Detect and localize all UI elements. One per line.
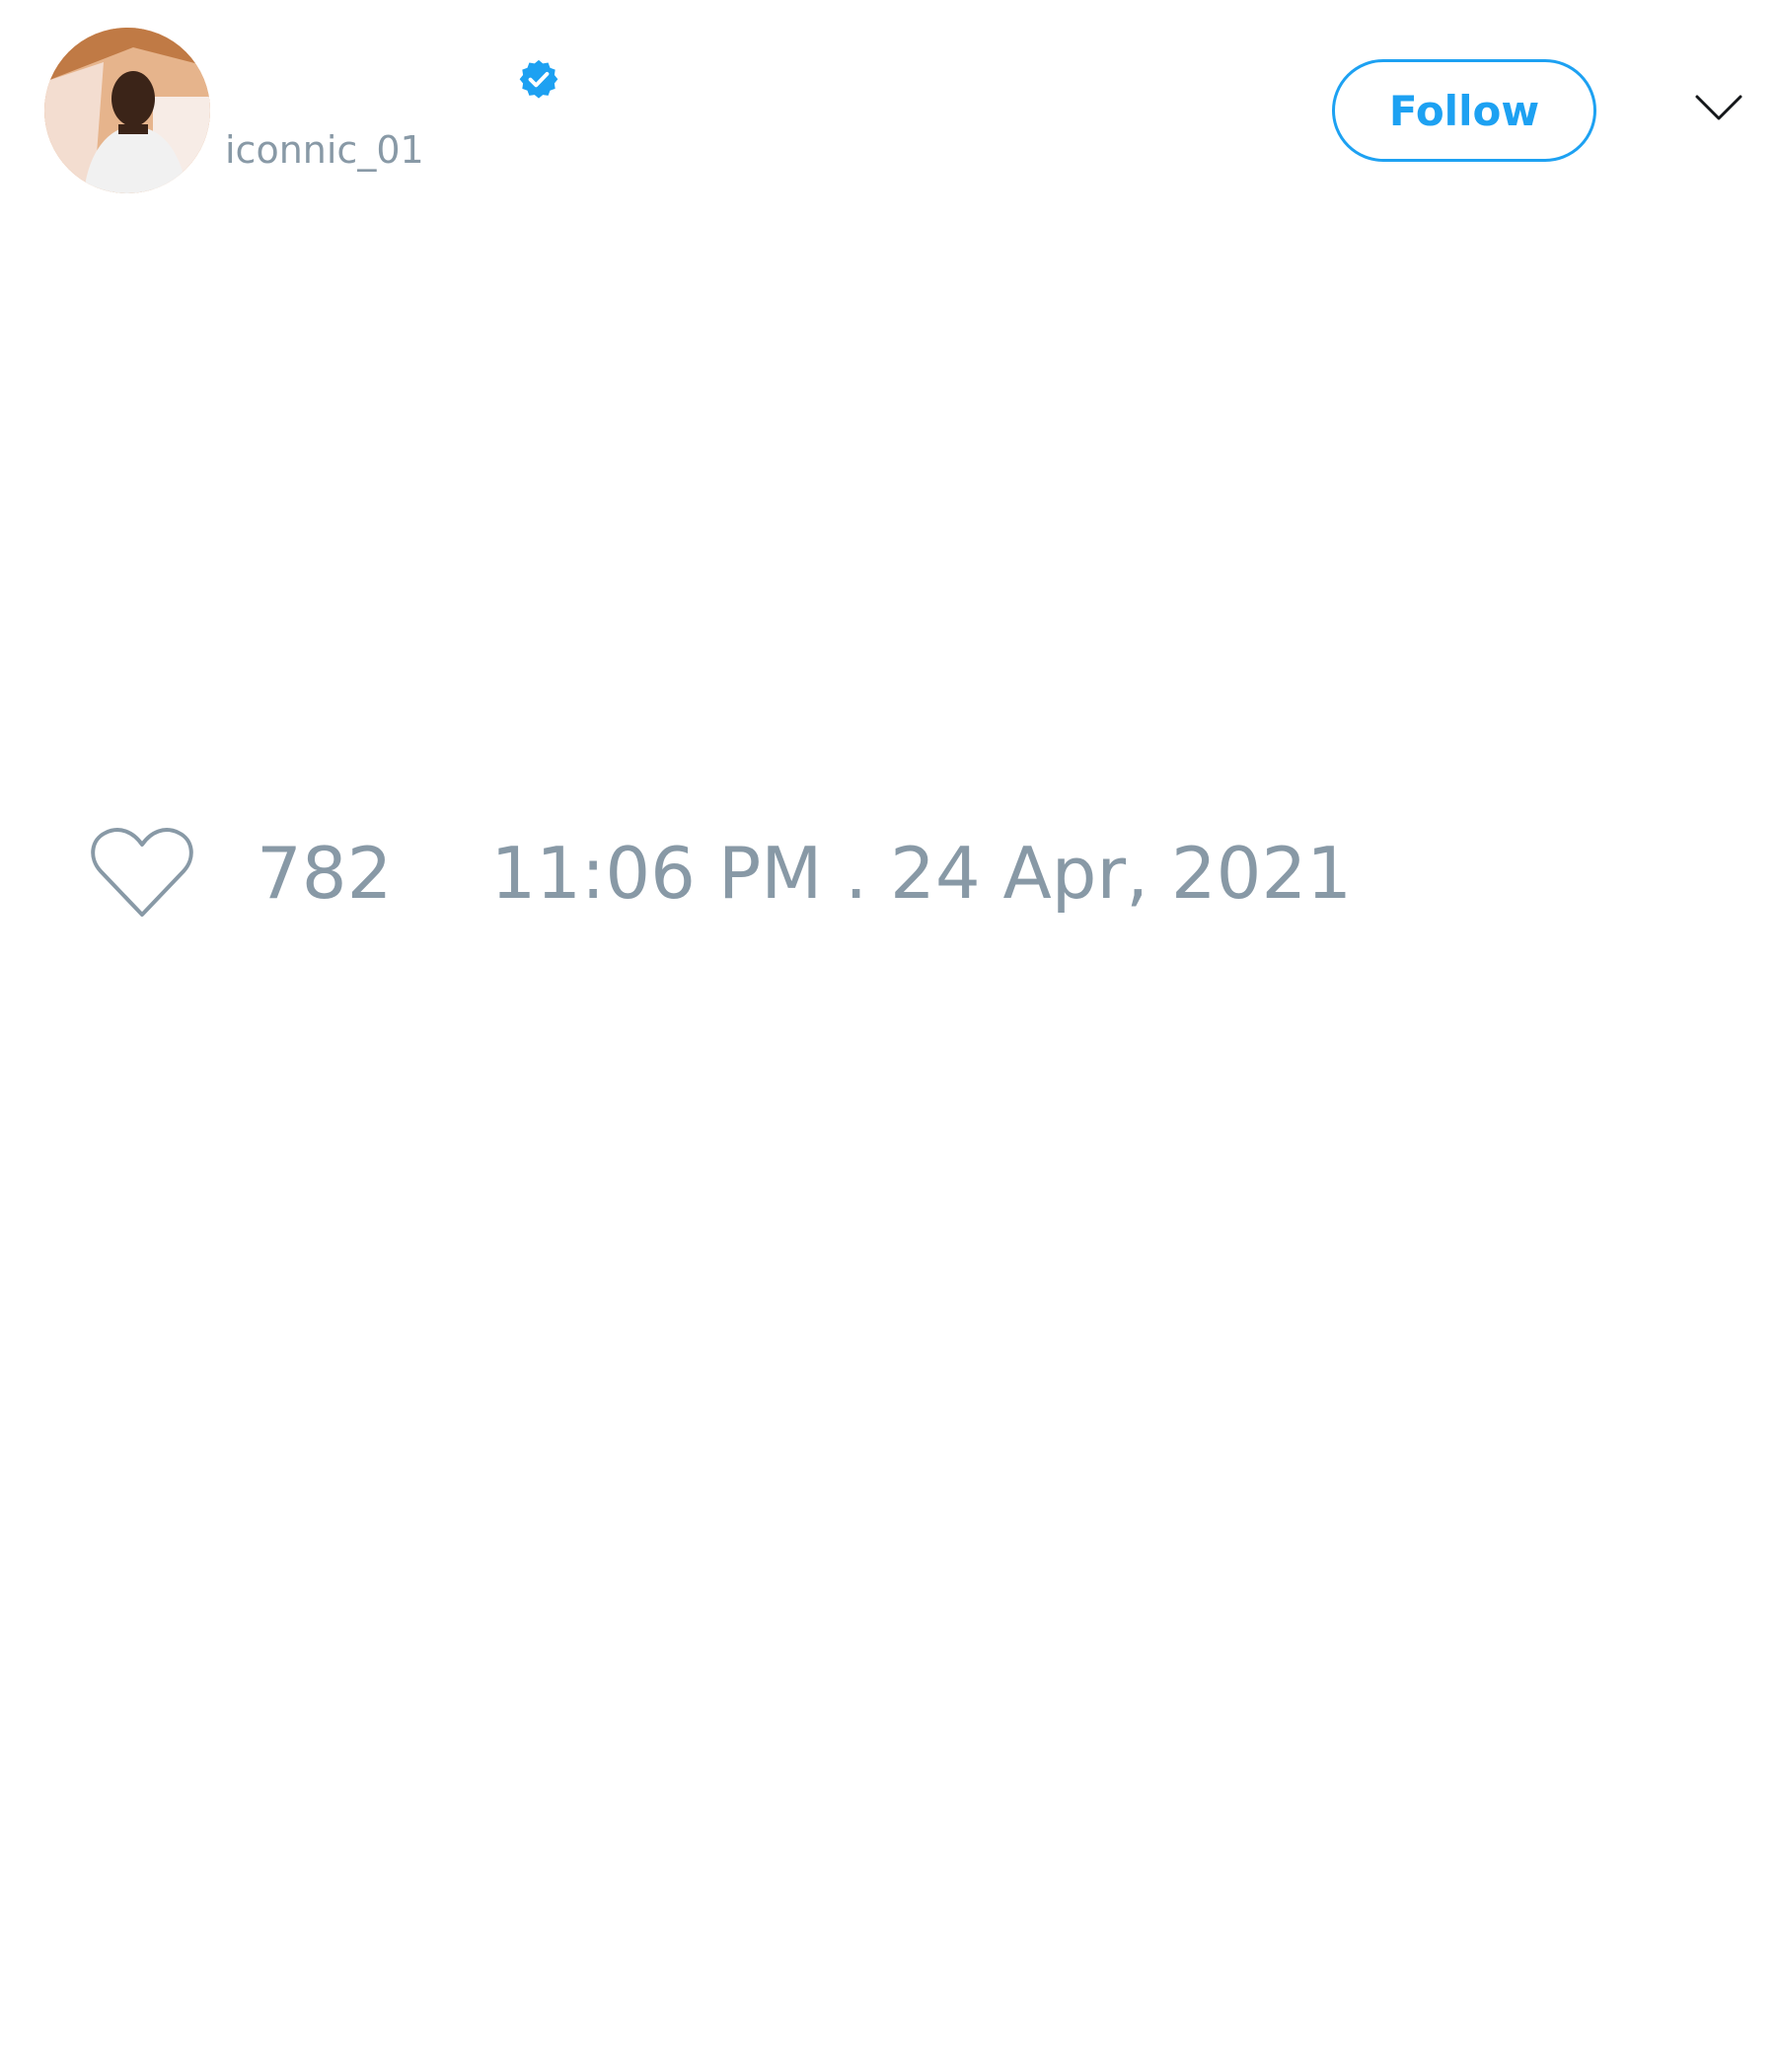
verified-badge-icon: [519, 59, 558, 99]
tweet-footer: 782 11:06 PM . 24 Apr, 2021: [89, 824, 1352, 923]
tweet-timestamp[interactable]: 11:06 PM . 24 Apr, 2021: [490, 824, 1352, 923]
avatar[interactable]: [44, 28, 210, 193]
tweet-card: iconnic_01 Follow 782 11:06 PM . 24 Apr,…: [0, 0, 1776, 2072]
follow-button[interactable]: Follow: [1332, 59, 1596, 162]
user-handle[interactable]: iconnic_01: [225, 126, 424, 174]
chevron-down-icon[interactable]: [1693, 89, 1744, 128]
avatar-photo-icon: [44, 28, 210, 193]
like-count: 782: [257, 832, 393, 915]
heart-icon[interactable]: [89, 826, 195, 921]
